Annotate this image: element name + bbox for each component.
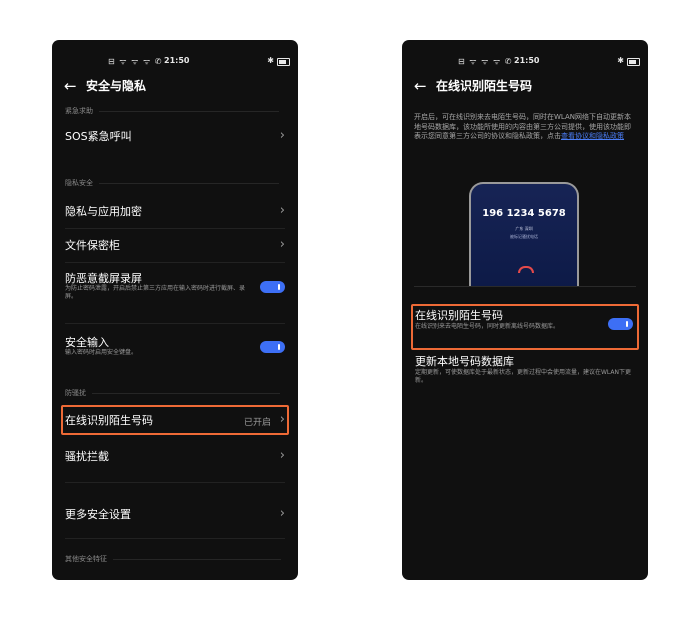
- row-divider: [65, 538, 285, 539]
- row-divider: [65, 262, 285, 263]
- agreement-privacy-link[interactable]: 查看协议和隐私政策: [561, 132, 624, 140]
- hang-up-icon: [518, 266, 534, 273]
- back-arrow-icon[interactable]: ←: [414, 76, 427, 96]
- file-safe-item[interactable]: 文件保密柜 ›: [65, 237, 285, 256]
- sos-title: SOS紧急呼叫: [65, 130, 132, 143]
- secure-input-item: 安全输入 输入密码时启用安全键盘。: [65, 335, 285, 361]
- update-local-database-title: 更新本地号码数据库: [415, 355, 514, 368]
- anti-screenshot-toggle[interactable]: [260, 281, 285, 293]
- battery-icon: [277, 58, 290, 66]
- chevron-right-icon: ›: [279, 448, 285, 463]
- feature-description: 开启后，可在线识别来去电陌生号码，同时在WLAN网络下自动更新本地号码数据库，该…: [414, 113, 636, 142]
- more-security-settings-title: 更多安全设置: [65, 508, 131, 521]
- settings-screen-stranger-number-id: ⊟ ᯤ ᯤ ᯤ ✆ 21:50 ✱ ← 在线识别陌生号码 开启后，可在线识别来去…: [402, 40, 648, 580]
- update-local-database-item[interactable]: 更新本地号码数据库 定期更新，可使数据库处于最新状态，更新过程中会使用流量，建议…: [415, 354, 635, 390]
- anti-screenshot-item: 防恶意截屏录屏 为防止密码泄露，开启后禁止第三方应用在输入密码时进行截屏、录屏。: [65, 271, 285, 307]
- section-label-text: 隐私安全: [65, 179, 93, 187]
- back-arrow-icon[interactable]: ←: [64, 76, 77, 96]
- section-divider: [99, 182, 279, 184]
- incoming-call-illustration: 196 1234 5678 广东 深圳 被标记骚扰电话: [469, 182, 579, 287]
- row-divider: [65, 228, 285, 229]
- top-bar: ← 安全与隐私: [52, 76, 298, 98]
- harassment-block-title: 骚扰拦截: [65, 450, 109, 463]
- section-label-harassment: 防骚扰: [65, 388, 280, 398]
- section-label-text: 防骚扰: [65, 389, 86, 397]
- chevron-right-icon: ›: [279, 203, 285, 218]
- secure-input-title: 安全输入: [65, 336, 109, 349]
- update-local-database-subtitle: 定期更新，可使数据库处于最新状态，更新过程中会使用流量，建议在WLAN下更新。: [415, 369, 632, 384]
- settings-screen-security-privacy: ⊟ ᯤ ᯤ ᯤ ✆ 21:50 ✱ ← 安全与隐私 紧急求助 SOS紧急呼叫 ›…: [52, 40, 298, 580]
- battery-icon: [627, 58, 640, 66]
- secure-input-toggle[interactable]: [260, 341, 285, 353]
- secure-input-subtitle: 输入密码时启用安全键盘。: [65, 349, 138, 356]
- section-label-text: 紧急求助: [65, 107, 93, 115]
- app-encryption-title: 隐私与应用加密: [65, 205, 142, 218]
- highlight-box: [61, 405, 289, 435]
- highlight-box: [411, 304, 639, 350]
- bluetooth-icon: ✱: [617, 56, 624, 65]
- page-title: 在线识别陌生号码: [436, 79, 533, 93]
- status-icons: ⊟ ᯤ ᯤ ᯤ ✆: [108, 57, 163, 66]
- section-divider: [99, 110, 279, 112]
- more-security-settings-item[interactable]: 更多安全设置 ›: [65, 506, 285, 525]
- anti-screenshot-subtitle: 为防止密码泄露，开启后禁止第三方应用在输入密码时进行截屏、录屏。: [65, 285, 246, 300]
- app-encryption-item[interactable]: 隐私与应用加密 ›: [65, 203, 285, 222]
- chevron-right-icon: ›: [279, 128, 285, 143]
- section-label-emergency: 紧急求助: [65, 106, 279, 116]
- section-divider: [113, 558, 281, 560]
- bluetooth-icon: ✱: [267, 56, 274, 65]
- harassment-block-item[interactable]: 骚扰拦截 ›: [65, 448, 285, 467]
- status-time: 21:50: [514, 56, 540, 65]
- section-label-other: 其他安全特征: [65, 554, 281, 564]
- chevron-right-icon: ›: [279, 237, 285, 252]
- status-icons: ⊟ ᯤ ᯤ ᯤ ✆: [458, 57, 513, 66]
- section-label-privacy: 隐私安全: [65, 178, 279, 188]
- section-label-text: 其他安全特征: [65, 555, 107, 563]
- anti-screenshot-title: 防恶意截屏录屏: [65, 272, 142, 285]
- illustration-divider: [414, 286, 636, 287]
- status-time: 21:50: [164, 56, 190, 65]
- status-bar: ⊟ ᯤ ᯤ ᯤ ✆ 21:50 ✱: [402, 56, 648, 68]
- row-divider: [65, 482, 285, 483]
- row-divider: [65, 323, 285, 324]
- page-title: 安全与隐私: [86, 79, 147, 93]
- illustration-location: 广东 深圳: [515, 226, 533, 231]
- illustration-phone-number: 196 1234 5678: [482, 208, 566, 219]
- illustration-mark-label: 被标记骚扰电话: [510, 234, 538, 239]
- sos-emergency-call-item[interactable]: SOS紧急呼叫 ›: [65, 128, 285, 147]
- top-bar: ← 在线识别陌生号码: [402, 76, 648, 98]
- status-bar: ⊟ ᯤ ᯤ ᯤ ✆ 21:50 ✱: [52, 56, 298, 68]
- file-safe-title: 文件保密柜: [65, 239, 120, 252]
- section-divider: [92, 392, 280, 394]
- chevron-right-icon: ›: [279, 506, 285, 521]
